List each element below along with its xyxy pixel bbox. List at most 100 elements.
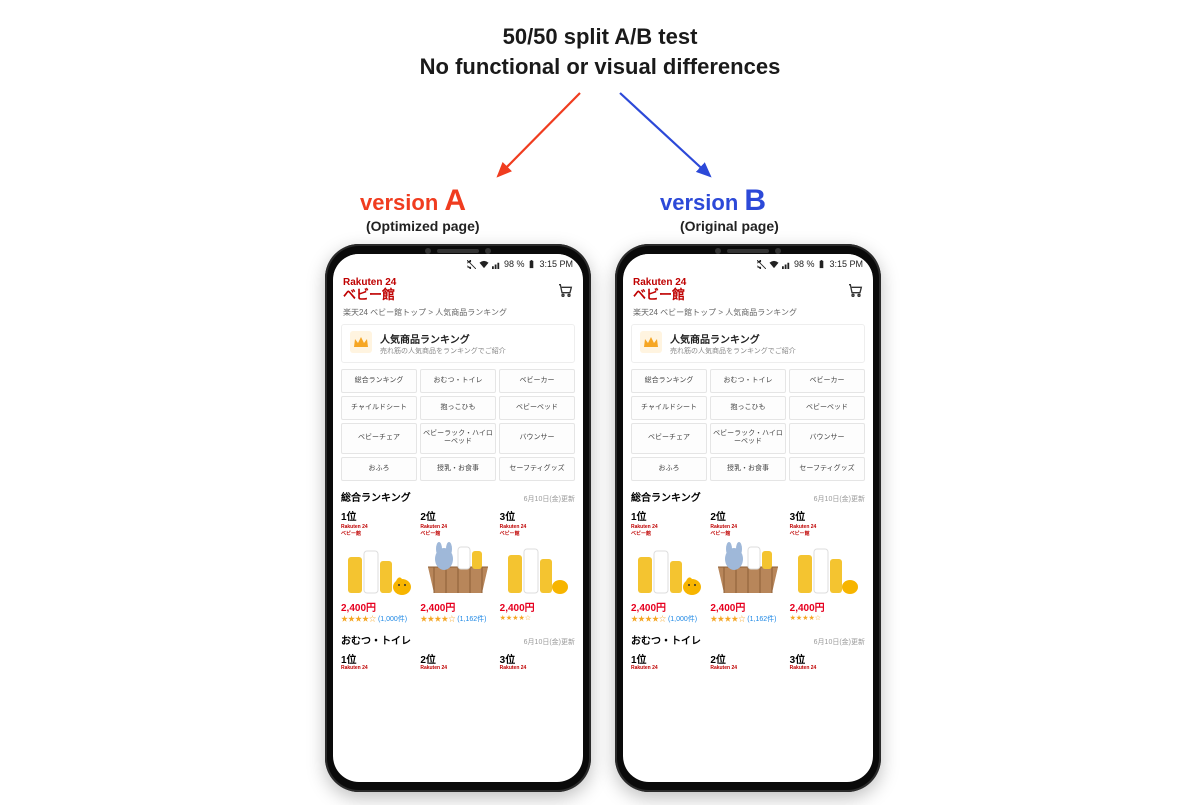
category-chip[interactable]: 抱っこひも [420, 396, 496, 420]
brand-logo[interactable]: Rakuten 24 ベビー館 [633, 278, 686, 301]
rank-label: 3位 [790, 508, 865, 523]
category-chip[interactable]: ベビーラック・ハイローベッド [710, 423, 786, 454]
cart-icon[interactable] [557, 282, 573, 298]
ranking-subtitle: 売れ筋の人気商品をランキングでご紹介 [380, 346, 506, 356]
category-chip[interactable]: おふろ [631, 457, 707, 481]
category-chip[interactable]: チャイルドシート [341, 396, 417, 420]
product-card[interactable]: 1位Rakuten 24ベビー館2,400円★★★★☆ (1,000件) [631, 508, 706, 624]
mini-brand-bot: ベビー館 [631, 530, 706, 537]
status-bar: 98 % 3:15 PM [333, 254, 583, 274]
product-card[interactable]: 1位Rakuten 24 [631, 651, 706, 671]
cart-icon[interactable] [847, 282, 863, 298]
product-row-2[interactable]: 1位Rakuten 242位Rakuten 243位Rakuten 24 [631, 651, 865, 671]
mini-brand-bot: ベビー館 [420, 530, 495, 537]
signal-icon [492, 260, 501, 269]
product-row-2[interactable]: 1位Rakuten 242位Rakuten 243位Rakuten 24 [341, 651, 575, 671]
product-card[interactable]: 2位Rakuten 24ベビー館2,400円★★★★☆ (1,162件) [710, 508, 785, 624]
product-card[interactable]: 1位Rakuten 24 [341, 651, 416, 671]
section-title: 総合ランキング [341, 489, 411, 504]
category-chip[interactable]: おむつ・トイレ [420, 369, 496, 393]
ranking-title: 人気商品ランキング [670, 331, 796, 346]
category-chip[interactable]: おふろ [341, 457, 417, 481]
breadcrumb[interactable]: 楽天24 ベビー館トップ > 人気商品ランキング [623, 307, 873, 324]
product-card[interactable]: 2位Rakuten 24 [710, 651, 785, 671]
mini-brand-top: Rakuten 24 [500, 666, 575, 671]
rank-label: 1位 [341, 651, 416, 666]
mini-brand-bot: ベビー館 [710, 530, 785, 537]
screen-b: 98 % 3:15 PM Rakuten 24 ベビー館 楽天24 ベビー館トッ… [623, 254, 873, 782]
mini-brand-top: Rakuten 24 [420, 666, 495, 671]
mini-brand-top: Rakuten 24 [341, 666, 416, 671]
category-chip[interactable]: ベビーベッド [499, 396, 575, 420]
category-chip[interactable]: セーフティグッズ [789, 457, 865, 481]
product-card[interactable]: 2位Rakuten 24ベビー館2,400円★★★★☆ (1,162件) [420, 508, 495, 624]
section-overall: 総合ランキング 6月10日(金)更新 1位Rakuten 24ベビー館2,400… [631, 489, 865, 624]
product-row[interactable]: 1位Rakuten 24ベビー館2,400円★★★★☆ (1,000件)2位Ra… [341, 508, 575, 624]
section-title: 総合ランキング [631, 489, 701, 504]
product-image [341, 539, 416, 597]
rank-label: 1位 [341, 508, 416, 523]
category-chip[interactable]: 総合ランキング [631, 369, 707, 393]
product-card[interactable]: 3位Rakuten 24ベビー館2,400円★★★★☆ [790, 508, 865, 624]
category-chip[interactable]: 抱っこひも [710, 396, 786, 420]
price: 2,400円 [631, 599, 706, 614]
category-chip[interactable]: 授乳・お食事 [420, 457, 496, 481]
product-image [500, 539, 575, 597]
product-card[interactable]: 3位Rakuten 24 [500, 651, 575, 671]
rank-label: 3位 [790, 651, 865, 666]
mini-brand-top: Rakuten 24 [631, 666, 706, 671]
mini-brand-bot: ベビー館 [341, 530, 416, 537]
price: 2,400円 [341, 599, 416, 614]
category-chip[interactable]: ベビーベッド [789, 396, 865, 420]
crown-icon [640, 331, 662, 353]
wifi-icon [769, 260, 779, 269]
category-chip[interactable]: ベビーカー [789, 369, 865, 393]
mini-brand-top: Rakuten 24 [790, 666, 865, 671]
category-chip[interactable]: おむつ・トイレ [710, 369, 786, 393]
section-date: 6月10日(金)更新 [524, 494, 575, 504]
category-chip[interactable]: 授乳・お食事 [710, 457, 786, 481]
category-chip[interactable]: ベビーカー [499, 369, 575, 393]
headline-line1: 50/50 split A/B test [0, 22, 1200, 52]
section-overall: 総合ランキング 6月10日(金)更新 1位Rakuten 24ベビー館2,400… [341, 489, 575, 624]
breadcrumb[interactable]: 楽天24 ベビー館トップ > 人気商品ランキング [333, 307, 583, 324]
category-chip[interactable]: ベビーラック・ハイローベッド [420, 423, 496, 454]
product-row[interactable]: 1位Rakuten 24ベビー館2,400円★★★★☆ (1,000件)2位Ra… [631, 508, 865, 624]
headline: 50/50 split A/B test No functional or vi… [0, 22, 1200, 81]
category-chip[interactable]: セーフティグッズ [499, 457, 575, 481]
version-a-subtitle: (Optimized page) [366, 218, 480, 234]
clock: 3:15 PM [539, 259, 573, 269]
version-b-label: version B [660, 184, 766, 218]
phone-mockup-a: 98 % 3:15 PM Rakuten 24 ベビー館 楽天24 ベビー館トッ… [325, 244, 591, 792]
section-diapers: おむつ・トイレ 6月10日(金)更新 1位Rakuten 242位Rakuten… [341, 632, 575, 671]
ranking-header: 人気商品ランキング 売れ筋の人気商品をランキングでご紹介 [341, 324, 575, 363]
phone-mockup-b: 98 % 3:15 PM Rakuten 24 ベビー館 楽天24 ベビー館トッ… [615, 244, 881, 792]
price: 2,400円 [710, 599, 785, 614]
category-chip[interactable]: 総合ランキング [341, 369, 417, 393]
product-card[interactable]: 3位Rakuten 24 [790, 651, 865, 671]
category-chip[interactable]: ベビーチェア [631, 423, 707, 454]
category-chip[interactable]: バウンサー [499, 423, 575, 454]
wifi-icon [479, 260, 489, 269]
product-image [710, 539, 785, 597]
product-card[interactable]: 1位Rakuten 24ベビー館2,400円★★★★☆ (1,000件) [341, 508, 416, 624]
brand-logo[interactable]: Rakuten 24 ベビー館 [343, 278, 396, 301]
crown-icon [350, 331, 372, 353]
product-card[interactable]: 2位Rakuten 24 [420, 651, 495, 671]
section-date: 6月10日(金)更新 [814, 637, 865, 647]
battery-pct: 98 % [504, 259, 525, 269]
brand-bottom: ベビー館 [343, 288, 396, 301]
rating: ★★★★☆ [790, 614, 865, 622]
category-chip[interactable]: チャイルドシート [631, 396, 707, 420]
category-chip[interactable]: バウンサー [789, 423, 865, 454]
mini-brand-bot: ベビー館 [500, 530, 575, 537]
product-card[interactable]: 3位Rakuten 24ベビー館2,400円★★★★☆ [500, 508, 575, 624]
headline-line2: No functional or visual differences [0, 52, 1200, 82]
rank-label: 2位 [420, 651, 495, 666]
app-header: Rakuten 24 ベビー館 [623, 274, 873, 307]
category-chip[interactable]: ベビーチェア [341, 423, 417, 454]
app-header: Rakuten 24 ベビー館 [333, 274, 583, 307]
section-title: おむつ・トイレ [341, 632, 411, 647]
category-grid: 総合ランキングおむつ・トイレベビーカーチャイルドシート抱っこひもベビーベッドベビ… [341, 369, 575, 481]
rating: ★★★★☆ (1,162件) [420, 614, 495, 624]
